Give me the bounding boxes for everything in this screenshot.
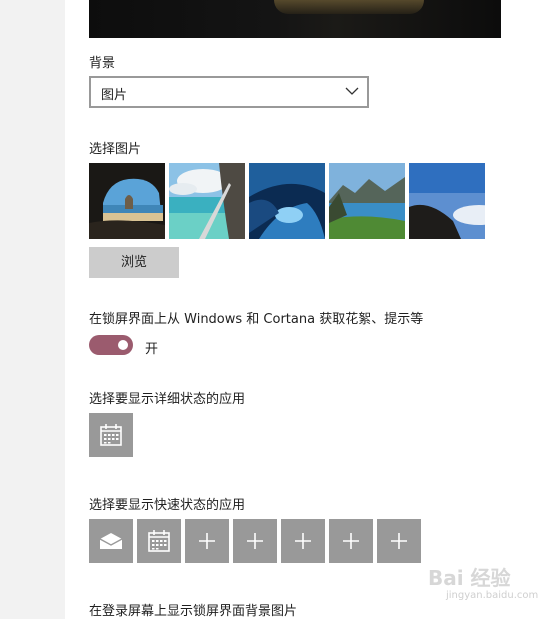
- plus-icon: [247, 533, 263, 549]
- detailed-status-app-calendar[interactable]: [89, 413, 133, 457]
- quick-status-app-mail[interactable]: [89, 519, 133, 563]
- thumbnail-cave-beach[interactable]: [89, 163, 165, 239]
- left-nav-strip: [0, 0, 65, 619]
- fun-facts-toggle[interactable]: [89, 335, 133, 355]
- detailed-status-label: 选择要显示详细状态的应用: [89, 392, 246, 407]
- thumbnail-mountain-lake[interactable]: [329, 163, 405, 239]
- lock-screen-preview: [89, 0, 501, 38]
- baidu-watermark: Bai 经验 jingyan.baidu.com: [418, 558, 538, 606]
- background-dropdown-value: 图片: [101, 88, 128, 103]
- background-dropdown[interactable]: 图片: [89, 76, 369, 108]
- quick-status-add-slot-1[interactable]: [185, 519, 229, 563]
- quick-status-label: 选择要显示快速状态的应用: [89, 498, 246, 513]
- thumbnail-beach-rock[interactable]: [169, 163, 245, 239]
- plus-icon: [295, 533, 311, 549]
- quick-status-add-slot-2[interactable]: [233, 519, 277, 563]
- plus-icon: [343, 533, 359, 549]
- calendar-icon: [100, 424, 122, 446]
- fun-facts-label: 在锁屏界面上从 Windows 和 Cortana 获取花絮、提示等: [89, 312, 424, 327]
- plus-icon: [199, 533, 215, 549]
- watermark-logo-text: Bai 经验: [428, 566, 511, 590]
- choose-picture-label: 选择图片: [89, 142, 142, 157]
- thumbnail-ice-cave[interactable]: [249, 163, 325, 239]
- quick-status-add-slot-4[interactable]: [329, 519, 373, 563]
- fun-facts-toggle-state: 开: [145, 342, 159, 357]
- chevron-down-icon: [345, 87, 359, 95]
- toggle-knob: [118, 340, 128, 350]
- calendar-icon: [148, 530, 170, 552]
- watermark-url: jingyan.baidu.com: [446, 590, 539, 601]
- background-label: 背景: [89, 56, 116, 71]
- mail-icon: [99, 533, 123, 549]
- thumbnail-cliff-sunrise[interactable]: [409, 163, 485, 239]
- quick-status-add-slot-5[interactable]: [377, 519, 421, 563]
- quick-status-add-slot-3[interactable]: [281, 519, 325, 563]
- browse-button[interactable]: 浏览: [89, 247, 179, 278]
- signin-background-label: 在登录屏幕上显示锁屏界面背景图片: [89, 604, 298, 619]
- quick-status-app-calendar[interactable]: [137, 519, 181, 563]
- plus-icon: [391, 533, 407, 549]
